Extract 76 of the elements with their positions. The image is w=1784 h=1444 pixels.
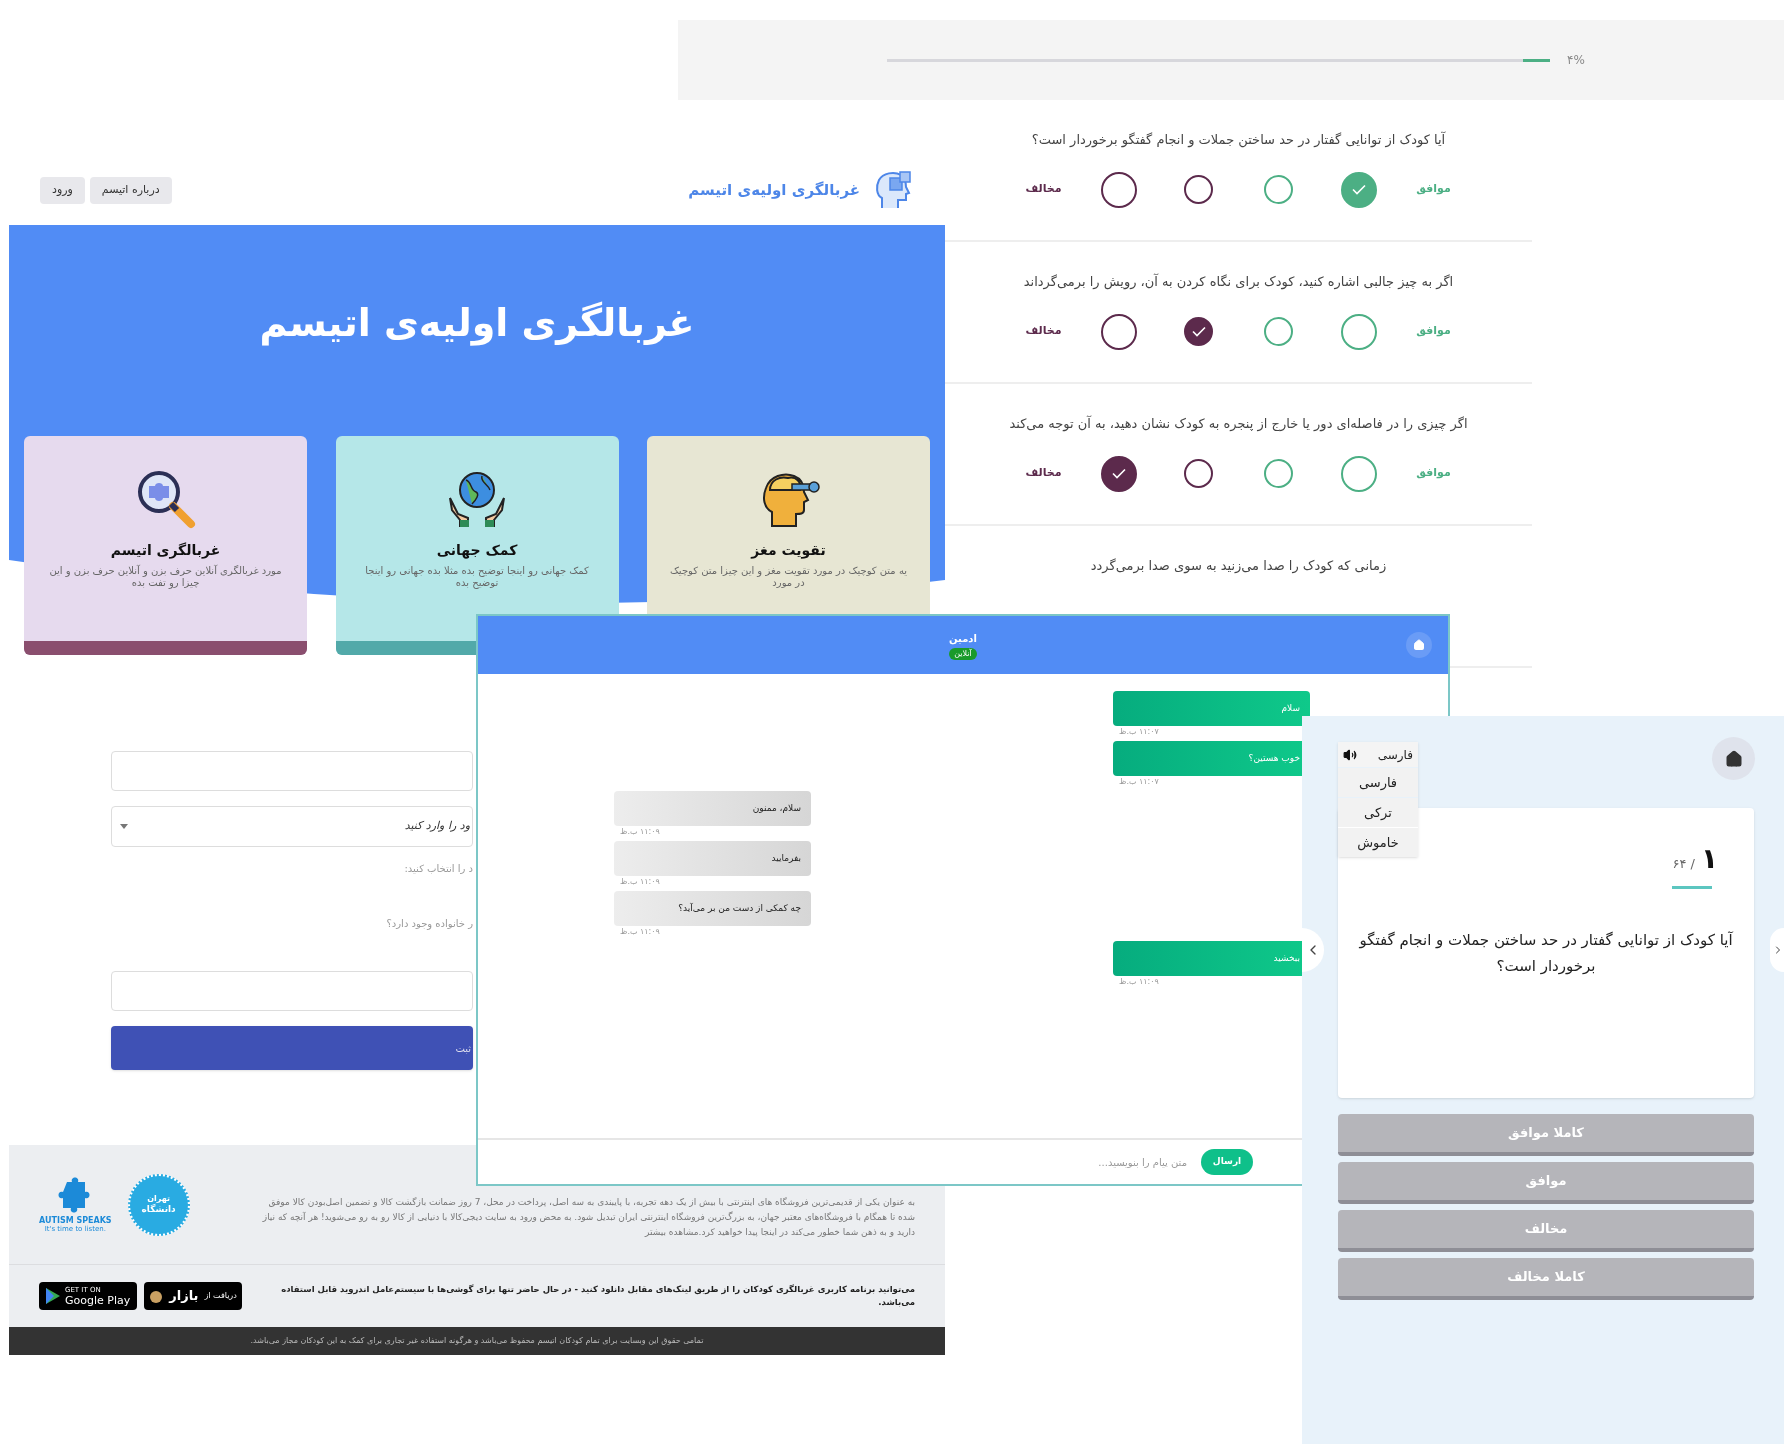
brand-name: غربالگری اولیه‌ی اتیسم [688, 179, 860, 201]
play-icon [45, 1287, 61, 1305]
message-input[interactable]: متن پیام را بنویسید... [478, 1147, 1201, 1177]
card-title: کمک جهانی [436, 541, 518, 561]
agree-label: موافق [1415, 465, 1452, 482]
radio-button[interactable] [1264, 317, 1293, 346]
disagree-label: مخالف [1024, 323, 1063, 340]
dropdown-caret-icon [120, 824, 128, 829]
message-bubble: سلام، ممنون [614, 791, 811, 826]
question-text: آیا کودک از توانایی گفتار در حد ساختن جملات و انجام گفتگو برخوردار است؟ [1358, 930, 1734, 977]
question-text: زمانی که کودک را صدا می‌زنید به سوی صدا برمی‌گردد [1090, 557, 1387, 576]
bazaar-badge[interactable]: دریافت از بازار [144, 1282, 242, 1310]
radio-button[interactable] [1100, 455, 1137, 492]
radio-button[interactable] [1340, 313, 1377, 350]
submit-button[interactable]: ثبت [111, 1026, 473, 1070]
language-option[interactable]: خاموش [1338, 828, 1418, 857]
radio-button[interactable] [1264, 175, 1293, 204]
question-text: اگر چیزی را در فاصله‌ای دور یا خارج از پنجره به کودک نشان دهید، به آن توجه می‌کند [1009, 414, 1468, 434]
online-badge: آنلاین [949, 647, 977, 660]
previous-button[interactable] [1302, 928, 1324, 972]
card-title: تقویت مغز [751, 541, 826, 561]
message-time: ۱۱:۰۷ ب.ظ [1119, 776, 1159, 788]
text-input[interactable] [111, 751, 473, 791]
question-text: آیا کودک از توانایی گفتار در حد ساختن جملات و انجام گفتگو برخوردار است؟ [1031, 130, 1446, 150]
message-time: ۱۱:۰۹ ب.ظ [620, 926, 660, 938]
radio-button[interactable] [1184, 459, 1213, 488]
question-text: اگر به چیز جالبی اشاره کنید، کودک برای نگاه کردن به آن، رویش را برمی‌گرداند [1023, 272, 1454, 292]
about-paragraph: به عنوان یکی از قدیمی‌ترین فروشگاه های اینترنتی با بیش از یک دهه تجربه، با پایبندی به سه اصل، پرداخت در محل، 7 روز ضمانت بازگشت کالا و تضمین اصل‌بودن کالا موفق شده تا همگام با فروشگاه‌های معتبر جهان، به بزرگ‌ترین فروشگاه اینترنتی ایران تبدیل شود. به محض ورود به سایت دیجی‌کالا با دنیایی از کالا رو به رو می‌شوید! هر آنچه که نیاز دارید و به ذهن شما خطور می‌کند در اینجا پیدا خواهید کرد.مشاهده بیشتر [261, 1196, 915, 1239]
check-icon [1191, 326, 1206, 337]
download-text: می‌توانید برنامه کاربری غربالگری کودکان را از طریق لینک‌های مقابل دانلود کنید - در حال حاضر تنها برای گوشی‌ها با سیستم‌عامل اندروید قابل استفاده می‌باشد. [280, 1283, 915, 1309]
head-puzzle-logo-icon [874, 170, 914, 210]
question-number: ۱ [1700, 841, 1718, 877]
disagree-label: مخالف [1024, 181, 1063, 198]
disagree-label: مخالف [1024, 465, 1063, 482]
language-option[interactable]: ترکی [1338, 798, 1418, 827]
card-text: یه متن کوچیک در مورد تقویت مغز و این چیزا متن کوچیک در مورد [668, 565, 909, 589]
home-icon [1413, 639, 1425, 651]
nav-button[interactable]: ورود [40, 176, 85, 204]
progress-percent: ۴% [1567, 52, 1585, 69]
radio-button[interactable] [1340, 171, 1377, 208]
home-button[interactable] [1712, 737, 1755, 780]
radio-button[interactable] [1264, 459, 1293, 488]
message-time: ۱۱:۰۹ ب.ظ [620, 826, 660, 838]
radio-button[interactable] [1100, 313, 1137, 350]
language-option[interactable]: فارسی [1338, 768, 1418, 797]
hero-title: غربالگری اولیه‌ی اتیسم [259, 300, 695, 348]
field-label: د را انتخاب کنید: [403, 862, 473, 876]
card-text: مورد غربالگری آنلاین حرف بزن و آنلاین حرف بزن و این چیزا رو تفت بده [48, 565, 283, 589]
radio-button[interactable] [1184, 175, 1213, 204]
speaker-icon [1343, 747, 1357, 762]
card-title: غربالگری اتیسم [110, 541, 221, 561]
radio-button[interactable] [1340, 455, 1377, 492]
radio-button[interactable] [1100, 171, 1137, 208]
message-time: ۱۱:۰۹ ب.ظ [1119, 976, 1159, 988]
message-bubble: سلام [1113, 691, 1310, 726]
field-label: ر خانواده وجود دارد؟ [385, 917, 473, 931]
next-button[interactable] [1770, 928, 1784, 972]
select-field[interactable]: ود را وارد کنید [111, 806, 473, 847]
home-icon [1724, 749, 1743, 768]
copyright-text: تمامی حقوق این وبسایت برای تمام کودکان اتیسم محفوظ می‌باشد و هرگونه استفاده غیر تجاری برای کمک به این کودکان مجاز می‌باشد. [250, 1335, 704, 1347]
message-time: ۱۱:۰۹ ب.ظ [620, 876, 660, 888]
contact-name: ادمین [949, 631, 977, 646]
check-icon [1111, 468, 1126, 479]
question-total: / ۶۴ [1672, 855, 1695, 873]
message-time: ۱۱:۰۷ ب.ظ [1119, 726, 1159, 738]
nav-button[interactable]: درباره اتیسم [89, 176, 172, 204]
language-dropdown[interactable]: فارسی [1338, 742, 1418, 767]
card-text: کمک جهانی رو اینجا توضیح بده مثلا بده جهانی رو اینجا توضیح بده [364, 565, 590, 589]
message-bubble: بفرمایید [614, 841, 811, 876]
check-icon [1351, 184, 1366, 195]
radio-button[interactable] [1184, 317, 1213, 346]
message-bubble: چه کمکی از دست من بر می‌آید؟ [614, 891, 811, 926]
text-input[interactable] [111, 971, 473, 1011]
agree-label: موافق [1415, 323, 1452, 340]
university-seal-logo: تهران دانشگاه [127, 1173, 190, 1236]
agree-label: موافق [1415, 181, 1452, 198]
